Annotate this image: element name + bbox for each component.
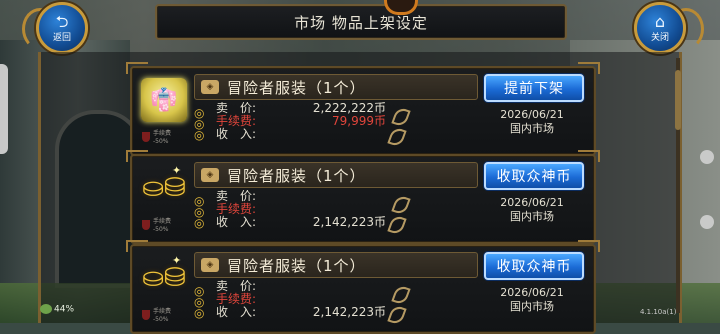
scrollbar-thumb[interactable] <box>675 70 681 130</box>
close-button-label: 关闭 <box>650 32 669 43</box>
clothes-icon[interactable]: 👘 <box>138 76 190 124</box>
item-name: 冒险者服装（1个） <box>227 78 366 97</box>
leaf-icon <box>391 106 411 128</box>
item-name-bar: ◈ 冒险者服装（1个） <box>194 74 478 100</box>
leaf-icon <box>391 284 411 306</box>
title-bar: 市场 物品上架设定 <box>155 0 567 40</box>
income-value: 2,142,223币 <box>312 215 386 229</box>
listing-card: ⛀⛁ ✦ 手续费 -50% ◈ 冒险者服装（1个） 收取众神币 ◎ ◎ ◎ 卖 价:… <box>126 240 600 334</box>
fee-discount-badge: 手续费 -50% <box>142 308 182 326</box>
version-text: 4.1.10a(1) <box>640 308 677 316</box>
shield-icon <box>142 220 150 230</box>
price-rows: 卖 价: 手续费: 收 入: 2,142,223币 <box>216 280 386 319</box>
listing-market: 国内市场 <box>510 300 554 313</box>
item-name-bar: ◈ 冒险者服装（1个） <box>194 252 478 278</box>
leaf-icon <box>387 126 407 148</box>
listing-market: 国内市场 <box>510 210 554 223</box>
coin-stack-icon: ◎ ◎ ◎ <box>194 284 205 320</box>
collect-coins-button[interactable]: 收取众神币 <box>484 252 584 280</box>
income-label: 收 入: <box>216 215 257 229</box>
listing-meta: 2026/06/21 国内市场 <box>484 196 580 224</box>
delist-early-button[interactable]: 提前下架 <box>484 74 584 102</box>
battery-indicator: 44% <box>40 304 74 315</box>
back-button-label: 返回 <box>52 32 71 43</box>
leaf-icon <box>391 194 411 216</box>
price-rows: 卖 价: 手续费: 收 入: 2,142,223币 <box>216 190 386 229</box>
battery-text: 44% <box>54 304 75 315</box>
collect-coins-button[interactable]: 收取众神币 <box>484 162 584 190</box>
listing-date: 2026/06/21 <box>500 286 564 299</box>
side-circle-button[interactable] <box>700 150 714 164</box>
listing-market: 国内市场 <box>510 122 554 135</box>
item-name: 冒险者服装（1个） <box>227 256 366 275</box>
fee-value: 79,999币 <box>332 114 386 128</box>
fee-discount-badge: 手续费 -50% <box>142 218 182 236</box>
listing-date: 2026/06/21 <box>500 196 564 209</box>
shield-icon <box>142 310 150 320</box>
item-name: 冒险者服装（1个） <box>227 166 366 185</box>
home-icon: ⌂ <box>654 11 666 31</box>
listing-date: 2026/06/21 <box>500 108 564 121</box>
income-value: 2,142,223币 <box>312 305 386 319</box>
listing-meta: 2026/06/21 国内市场 <box>484 286 580 314</box>
leaf-icon <box>387 214 407 236</box>
page-title: 市场 物品上架设定 <box>294 13 428 32</box>
item-name-bar: ◈ 冒险者服装（1个） <box>194 162 478 188</box>
back-button[interactable]: ⮌ 返回 <box>36 2 88 54</box>
price-rows: 卖 价: 2,222,222币 手续费: 79,999币 收 入: <box>216 102 386 141</box>
income-label: 收 入: <box>216 127 257 141</box>
coin-stack-icon: ◎ ◎ ◎ <box>194 106 205 142</box>
income-label: 收 入: <box>216 305 257 319</box>
item-tag-icon: ◈ <box>201 258 219 272</box>
coins-icon[interactable]: ⛀⛁ ✦ <box>138 164 190 212</box>
side-circle-button[interactable] <box>700 215 714 229</box>
battery-icon <box>40 304 52 314</box>
coin-stack-icon: ◎ ◎ ◎ <box>194 194 205 230</box>
close-button[interactable]: ⌂ 关闭 <box>634 2 686 54</box>
side-drawer-handle[interactable] <box>0 64 8 154</box>
fee-discount-badge: 手续费 -50% <box>142 130 182 148</box>
listing-meta: 2026/06/21 国内市场 <box>484 108 580 136</box>
item-tag-icon: ◈ <box>201 80 219 94</box>
listing-card: ⛀⛁ ✦ 手续费 -50% ◈ 冒险者服装（1个） 收取众神币 ◎ ◎ ◎ 卖 价:… <box>126 150 600 244</box>
item-tag-icon: ◈ <box>201 168 219 182</box>
listing-card: 👘 手续费 -50% ◈ 冒险者服装（1个） 提前下架 ◎ ◎ ◎ 卖 价: 2,22… <box>126 62 600 156</box>
coins-icon[interactable]: ⛀⛁ ✦ <box>138 254 190 302</box>
back-arrow-icon: ⮌ <box>55 11 69 31</box>
shield-icon <box>142 132 150 142</box>
